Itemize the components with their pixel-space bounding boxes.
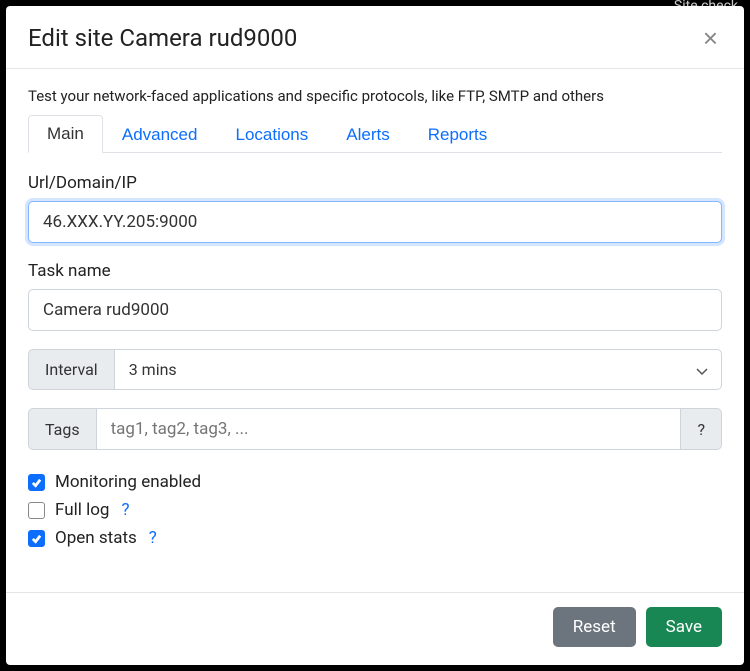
- save-button[interactable]: Save: [646, 607, 722, 647]
- tags-help-button[interactable]: ?: [681, 408, 722, 450]
- edit-site-modal: Edit site Camera rud9000 × Test your net…: [6, 6, 744, 665]
- tab-locations[interactable]: Locations: [216, 115, 327, 153]
- url-input[interactable]: [28, 201, 722, 243]
- tab-main[interactable]: Main: [28, 115, 103, 153]
- tab-advanced[interactable]: Advanced: [103, 115, 217, 153]
- tags-label: Tags: [28, 408, 96, 450]
- close-button[interactable]: ×: [699, 25, 722, 51]
- tags-field-group: Tags ?: [28, 408, 722, 450]
- tab-reports[interactable]: Reports: [409, 115, 507, 153]
- modal-header: Edit site Camera rud9000 ×: [6, 6, 744, 69]
- full-log-label: Full log: [55, 500, 109, 520]
- task-name-label: Task name: [28, 261, 722, 281]
- open-stats-row: Open stats ?: [28, 528, 722, 548]
- full-log-help-icon[interactable]: ?: [121, 500, 129, 520]
- full-log-row: Full log ?: [28, 500, 722, 520]
- tags-input[interactable]: [96, 408, 682, 450]
- modal-body: Test your network-faced applications and…: [6, 69, 744, 592]
- modal-description: Test your network-faced applications and…: [28, 87, 722, 105]
- task-name-field-group: Task name: [28, 261, 722, 331]
- modal-title: Edit site Camera rud9000: [28, 24, 297, 52]
- full-log-checkbox[interactable]: [28, 502, 45, 519]
- interval-label: Interval: [28, 349, 114, 390]
- open-stats-label: Open stats: [55, 528, 137, 548]
- task-name-input[interactable]: [28, 289, 722, 331]
- tab-alerts[interactable]: Alerts: [327, 115, 408, 153]
- modal-footer: Reset Save: [6, 592, 744, 665]
- checkbox-group: Monitoring enabled Full log ? Open stats…: [28, 472, 722, 548]
- url-label: Url/Domain/IP: [28, 173, 722, 193]
- monitoring-enabled-row: Monitoring enabled: [28, 472, 722, 492]
- tabs-nav: Main Advanced Locations Alerts Reports: [28, 115, 722, 153]
- interval-select[interactable]: 3 mins: [114, 349, 722, 390]
- url-field-group: Url/Domain/IP: [28, 173, 722, 243]
- monitoring-enabled-label: Monitoring enabled: [55, 472, 201, 492]
- open-stats-checkbox[interactable]: [28, 530, 45, 547]
- open-stats-help-icon[interactable]: ?: [149, 528, 157, 548]
- reset-button[interactable]: Reset: [553, 607, 636, 647]
- interval-field-group: Interval 3 mins: [28, 349, 722, 390]
- monitoring-enabled-checkbox[interactable]: [28, 474, 45, 491]
